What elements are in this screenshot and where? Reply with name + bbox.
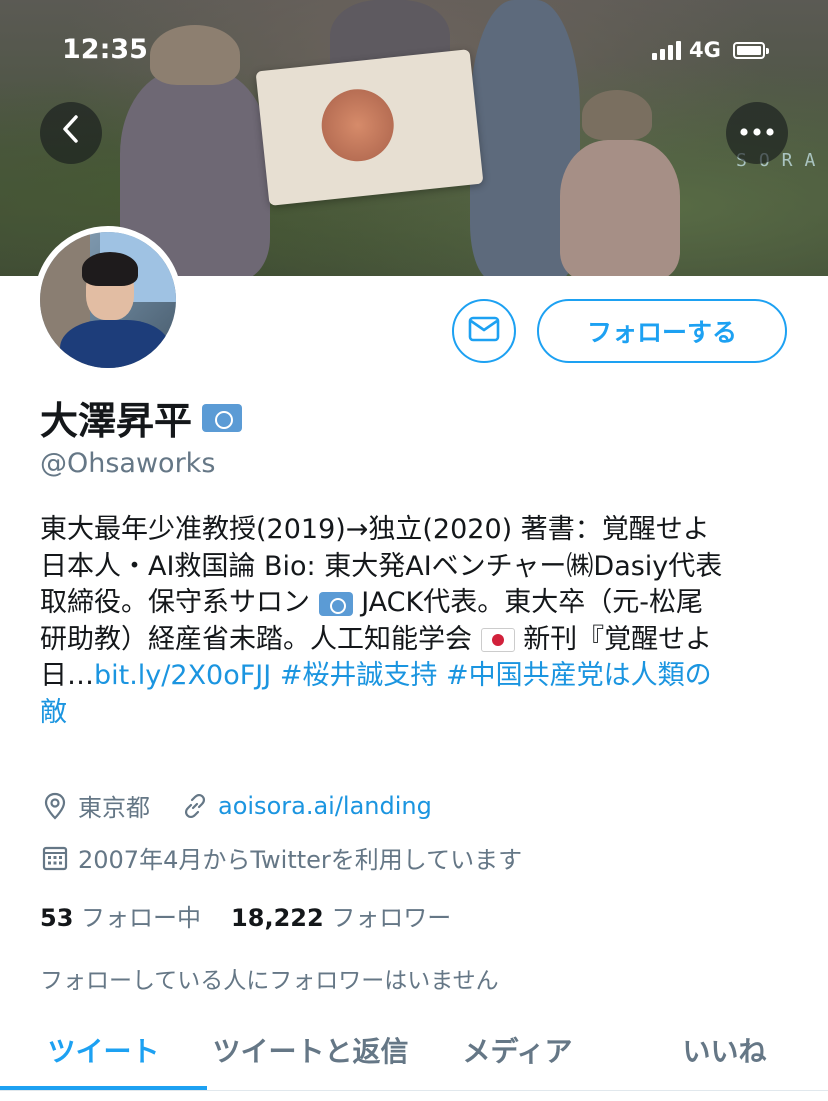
- followers-count-link[interactable]: 18,222 フォロワー: [231, 898, 451, 933]
- hashtag-link[interactable]: #中国共産党は人類の: [446, 660, 712, 691]
- bio-line: 研助教）経産省未踏。人工知能学会 新刊『覚醒せよ: [40, 623, 713, 655]
- profile-meta-joined: 2007年4月からTwitterを利用しています: [40, 840, 522, 875]
- banner-helmet: [582, 90, 652, 140]
- bio-line: 日…bit.ly/2X0oFJJ #桜井誠支持 #中国共産党は人類の: [40, 660, 712, 691]
- hashtag-link-continued[interactable]: 敵: [40, 695, 800, 732]
- battery-icon: [732, 41, 769, 59]
- tab-tweets[interactable]: ツイート: [0, 1010, 207, 1090]
- bio-link[interactable]: bit.ly/2X0oFJJ: [94, 660, 271, 691]
- japan-flag-icon: [480, 628, 515, 652]
- link-icon: [180, 791, 210, 821]
- tabs-divider: [0, 1090, 828, 1091]
- mutual-followers-note: フォローしている人にフォロワーはいません: [40, 968, 499, 994]
- banner-figure: [560, 140, 680, 276]
- profile-counts: 53 フォロー中 18,222 フォロワー: [40, 898, 451, 933]
- hashtag-link[interactable]: #桜井誠支持: [280, 660, 438, 691]
- message-button[interactable]: [452, 299, 516, 363]
- following-count: 53: [40, 904, 74, 932]
- banner-flag: [255, 49, 484, 206]
- tab-tweets-and-replies[interactable]: ツイートと返信: [207, 1010, 414, 1090]
- banner-helmet: [150, 25, 240, 85]
- following-count-link[interactable]: 53 フォロー中: [40, 898, 201, 933]
- profile-tabs: ツイート ツイートと返信 メディア いいね: [0, 1010, 828, 1090]
- profile-name: 大澤昇平: [40, 399, 193, 443]
- status-icons: 4G: [652, 38, 769, 62]
- signal-icon: [652, 40, 681, 60]
- tab-media[interactable]: メディア: [414, 1010, 621, 1090]
- avatar[interactable]: [34, 226, 182, 374]
- mail-icon: [468, 316, 500, 346]
- banner-flag-sun: [318, 85, 398, 165]
- profile-joined-date: 2007年4月からTwitterを利用しています: [78, 846, 523, 874]
- profile-handle: @Ohsaworks: [40, 448, 216, 479]
- bio-line: 日本人・AI救国論 Bio: 東大発AIベンチャー㈱Dasiy代表: [40, 550, 723, 582]
- follow-button[interactable]: フォローする: [537, 299, 787, 363]
- chevron-left-icon: [60, 114, 82, 149]
- un-flag-icon: [318, 591, 353, 616]
- followers-count: 18,222: [231, 904, 324, 932]
- status-time: 12:35: [62, 34, 148, 65]
- more-horizontal-icon: [739, 114, 775, 144]
- bio-line: 取締役。保守系サロン JACK代表。東大卒（元-松尾: [40, 587, 703, 618]
- un-flag-icon: [202, 403, 243, 432]
- profile-bio: 東大最年少准教授(2019)→独立(2020) 著書：覚醒せよ 日本人・AI救国…: [40, 512, 800, 731]
- calendar-icon: [40, 843, 70, 873]
- bio-line: 東大最年少准教授(2019)→独立(2020) 著書：覚醒せよ: [40, 514, 710, 545]
- following-label: フォロー中: [81, 904, 202, 932]
- profile-website-link[interactable]: aoisora.ai/landing: [218, 792, 432, 820]
- profile-meta-location-website: 東京都 aoisora.ai/landing: [40, 788, 432, 823]
- tab-likes[interactable]: いいね: [621, 1010, 828, 1090]
- profile-location: 東京都: [78, 794, 150, 822]
- back-button[interactable]: [40, 102, 102, 164]
- profile-name-row: 大澤昇平: [40, 390, 243, 445]
- network-type: 4G: [689, 38, 721, 62]
- location-pin-icon: [40, 791, 70, 821]
- followers-label: フォロワー: [331, 904, 452, 932]
- more-button[interactable]: [726, 102, 788, 164]
